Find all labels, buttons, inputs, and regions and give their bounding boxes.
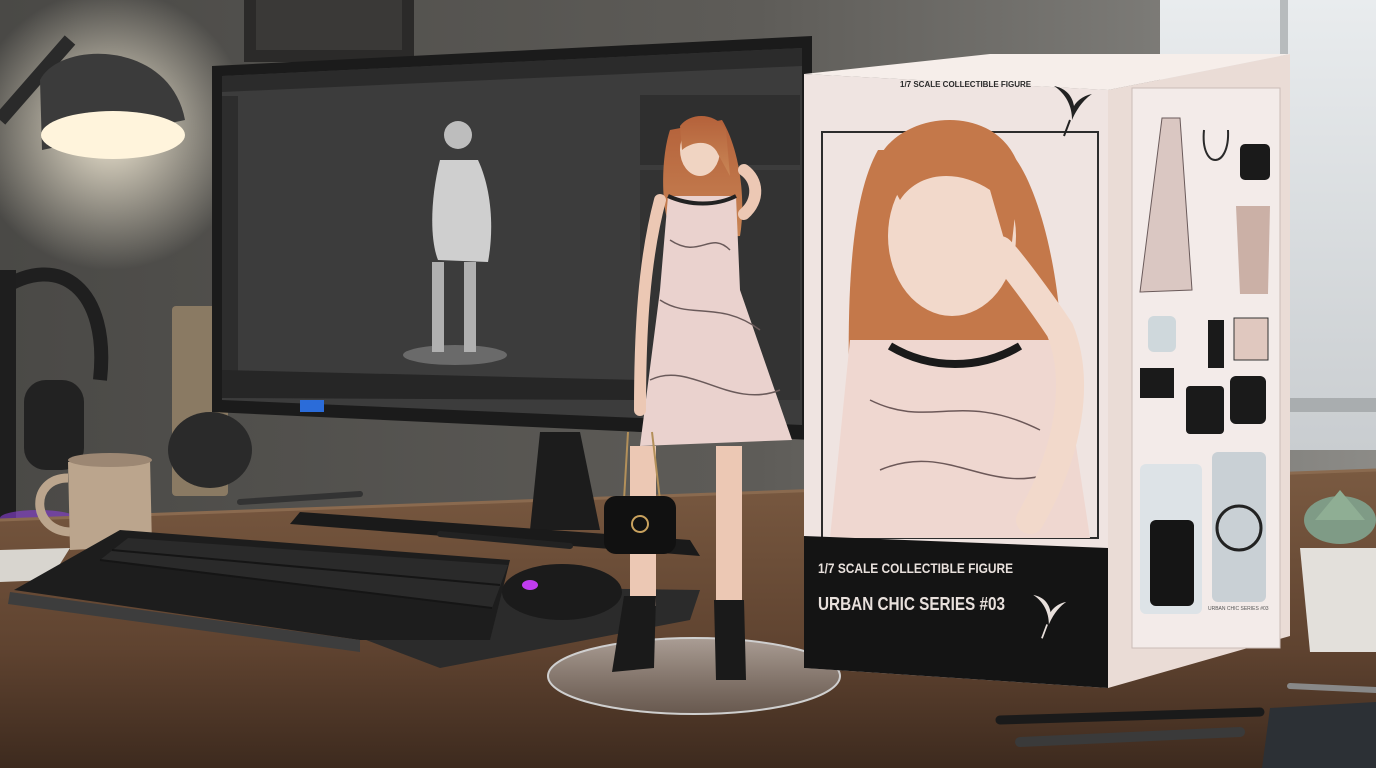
box-series-title: URBAN CHIC SERIES #03 [818, 594, 1006, 614]
on-screen-3d-figure [432, 160, 492, 262]
acrylic-base [547, 637, 841, 715]
bird-logo-icon-bottom [1028, 586, 1068, 642]
notebook [1262, 702, 1376, 768]
tool-shelf [222, 96, 238, 396]
gaming-mouse [502, 564, 622, 620]
bird-logo-icon [1048, 76, 1094, 140]
scene-illustration [0, 0, 1376, 768]
box-subtitle: 1/7 SCALE COLLECTIBLE FIGURE [818, 560, 1014, 576]
figure-handbag [604, 496, 676, 554]
succulent-plant [1300, 490, 1376, 652]
desk-scene: 1/7 SCALE COLLECTIBLE FIGURE 1/7 SCALE C… [0, 0, 1376, 768]
box-top-label: 1/7 SCALE COLLECTIBLE FIGURE [900, 80, 1032, 89]
headset-stand [168, 412, 252, 488]
box-side-caption: URBAN CHIC SERIES #03 [1208, 606, 1269, 612]
